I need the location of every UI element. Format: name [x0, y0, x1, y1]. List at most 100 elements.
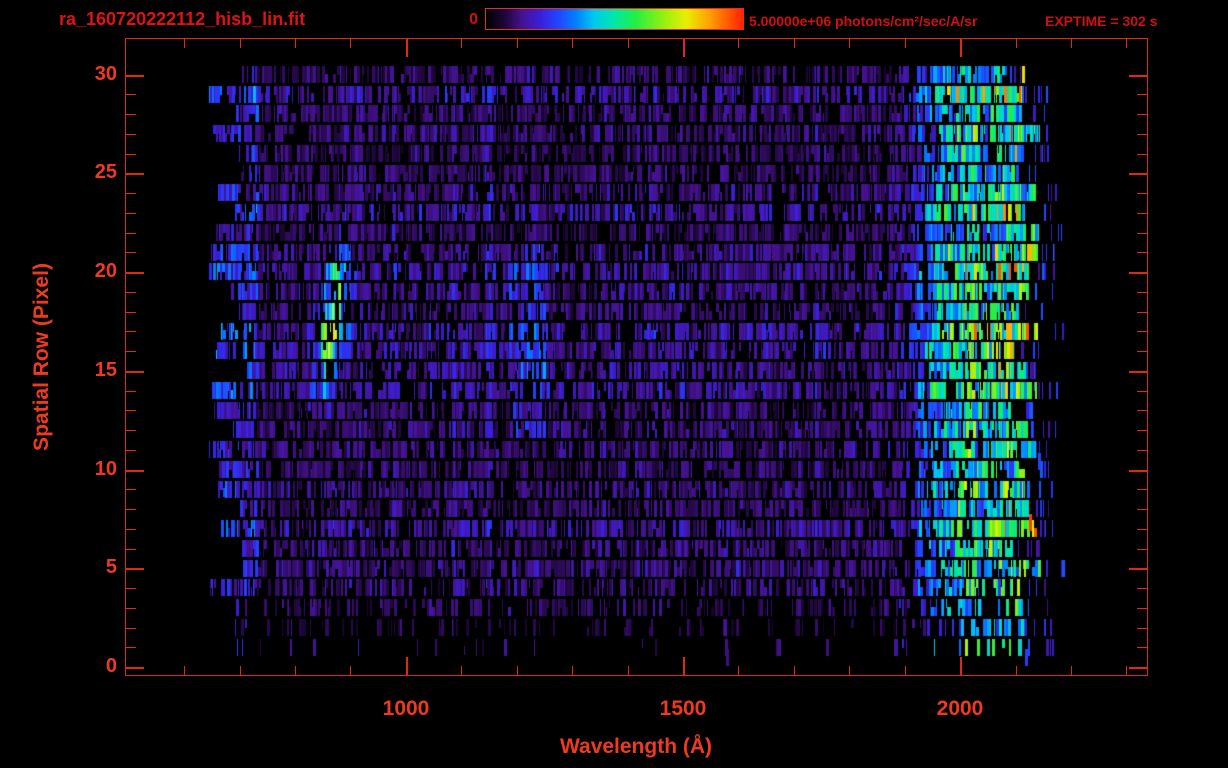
tick-mark [849, 39, 850, 48]
tick-mark [126, 588, 136, 589]
tick-mark [126, 450, 136, 451]
tick-mark [126, 489, 136, 490]
x-axis-title: Wavelength (Å) [559, 735, 713, 758]
file-title: ra_160720222112_hisb_lin.fit [59, 9, 306, 29]
tick-mark [628, 666, 629, 675]
tick-mark [126, 529, 136, 530]
tick-mark [126, 371, 144, 373]
tick-mark [126, 430, 136, 431]
tick-mark [350, 39, 351, 48]
tick-mark [126, 470, 144, 472]
tick-mark [406, 39, 408, 57]
tick-mark [126, 94, 136, 95]
y-axis-title: Spatial Row (Pixel) [30, 263, 53, 451]
tick-mark [1137, 252, 1147, 253]
tick-mark [1137, 529, 1147, 530]
tick-mark [572, 666, 573, 675]
tick-mark [1129, 173, 1147, 175]
tick-mark [126, 193, 136, 194]
tick-mark [184, 666, 185, 675]
tick-mark [1137, 430, 1147, 431]
tick-mark [1137, 489, 1147, 490]
tick-mark [126, 608, 136, 609]
tick-mark [1137, 647, 1147, 648]
tick-mark [1137, 410, 1147, 411]
tick-mark [1071, 666, 1072, 675]
tick-mark [628, 39, 629, 48]
y-tick-label: 25 [94, 161, 117, 183]
tick-mark [295, 39, 296, 48]
tick-mark [461, 666, 462, 675]
tick-mark [126, 75, 144, 77]
tick-mark [126, 173, 144, 175]
tick-mark [794, 666, 795, 675]
tick-mark [126, 213, 136, 214]
colorbar-max-label: 5.00000e+06 photons/cm²/sec/A/sr [749, 13, 978, 29]
tick-mark [960, 39, 962, 57]
tick-mark [126, 667, 144, 669]
tick-mark [1137, 549, 1147, 550]
tick-mark [126, 391, 136, 392]
tick-mark [184, 39, 185, 48]
tick-mark [126, 154, 136, 155]
colorbar [485, 8, 744, 30]
tick-mark [126, 509, 136, 510]
tick-mark [905, 666, 906, 675]
tick-mark [1071, 39, 1072, 48]
tick-mark [406, 657, 408, 675]
y-tick-label: 20 [94, 260, 117, 282]
y-tick-label: 30 [94, 63, 117, 85]
tick-mark [1137, 628, 1147, 629]
tick-mark [1137, 588, 1147, 589]
colorbar-min-label: 0 [469, 11, 478, 28]
x-tick-label: 2000 [936, 697, 984, 720]
tick-mark [1129, 470, 1147, 472]
y-tick-label: 0 [105, 655, 117, 677]
tick-mark [126, 252, 136, 253]
y-tick-label: 5 [105, 556, 117, 578]
tick-mark [1137, 331, 1147, 332]
tick-mark [461, 39, 462, 48]
tick-mark [126, 272, 144, 274]
tick-mark [350, 666, 351, 675]
y-tick-label: 10 [94, 458, 117, 480]
tick-mark [905, 39, 906, 48]
tick-mark [1129, 667, 1147, 669]
tick-mark [683, 657, 685, 675]
tick-mark [126, 292, 136, 293]
tick-mark [1126, 666, 1127, 675]
tick-mark [517, 39, 518, 48]
tick-mark [1137, 391, 1147, 392]
tick-mark [849, 666, 850, 675]
tick-mark [1137, 608, 1147, 609]
tick-mark [1137, 292, 1147, 293]
tick-mark [738, 666, 739, 675]
tick-mark [1129, 568, 1147, 570]
spectrum-heatmap-canvas [126, 39, 1147, 675]
tick-mark [1137, 213, 1147, 214]
tick-mark [126, 568, 144, 570]
tick-mark [126, 351, 136, 352]
tick-mark [1137, 154, 1147, 155]
tick-mark [1129, 272, 1147, 274]
tick-mark [126, 312, 136, 313]
x-tick-label: 1500 [659, 697, 707, 720]
tick-mark [126, 114, 136, 115]
x-tick-label: 1000 [382, 697, 430, 720]
tick-mark [794, 39, 795, 48]
tick-mark [126, 134, 136, 135]
tick-mark [126, 233, 136, 234]
tick-mark [240, 666, 241, 675]
tick-mark [1126, 39, 1127, 48]
exptime-label: EXPTIME = 302 s [1045, 13, 1158, 29]
tick-mark [1137, 134, 1147, 135]
tick-mark [126, 628, 136, 629]
tick-mark [1137, 114, 1147, 115]
tick-mark [960, 657, 962, 675]
tick-mark [1137, 450, 1147, 451]
tick-mark [1137, 509, 1147, 510]
tick-mark [683, 39, 685, 57]
tick-mark [1137, 94, 1147, 95]
tick-mark [1137, 233, 1147, 234]
tick-mark [1129, 75, 1147, 77]
